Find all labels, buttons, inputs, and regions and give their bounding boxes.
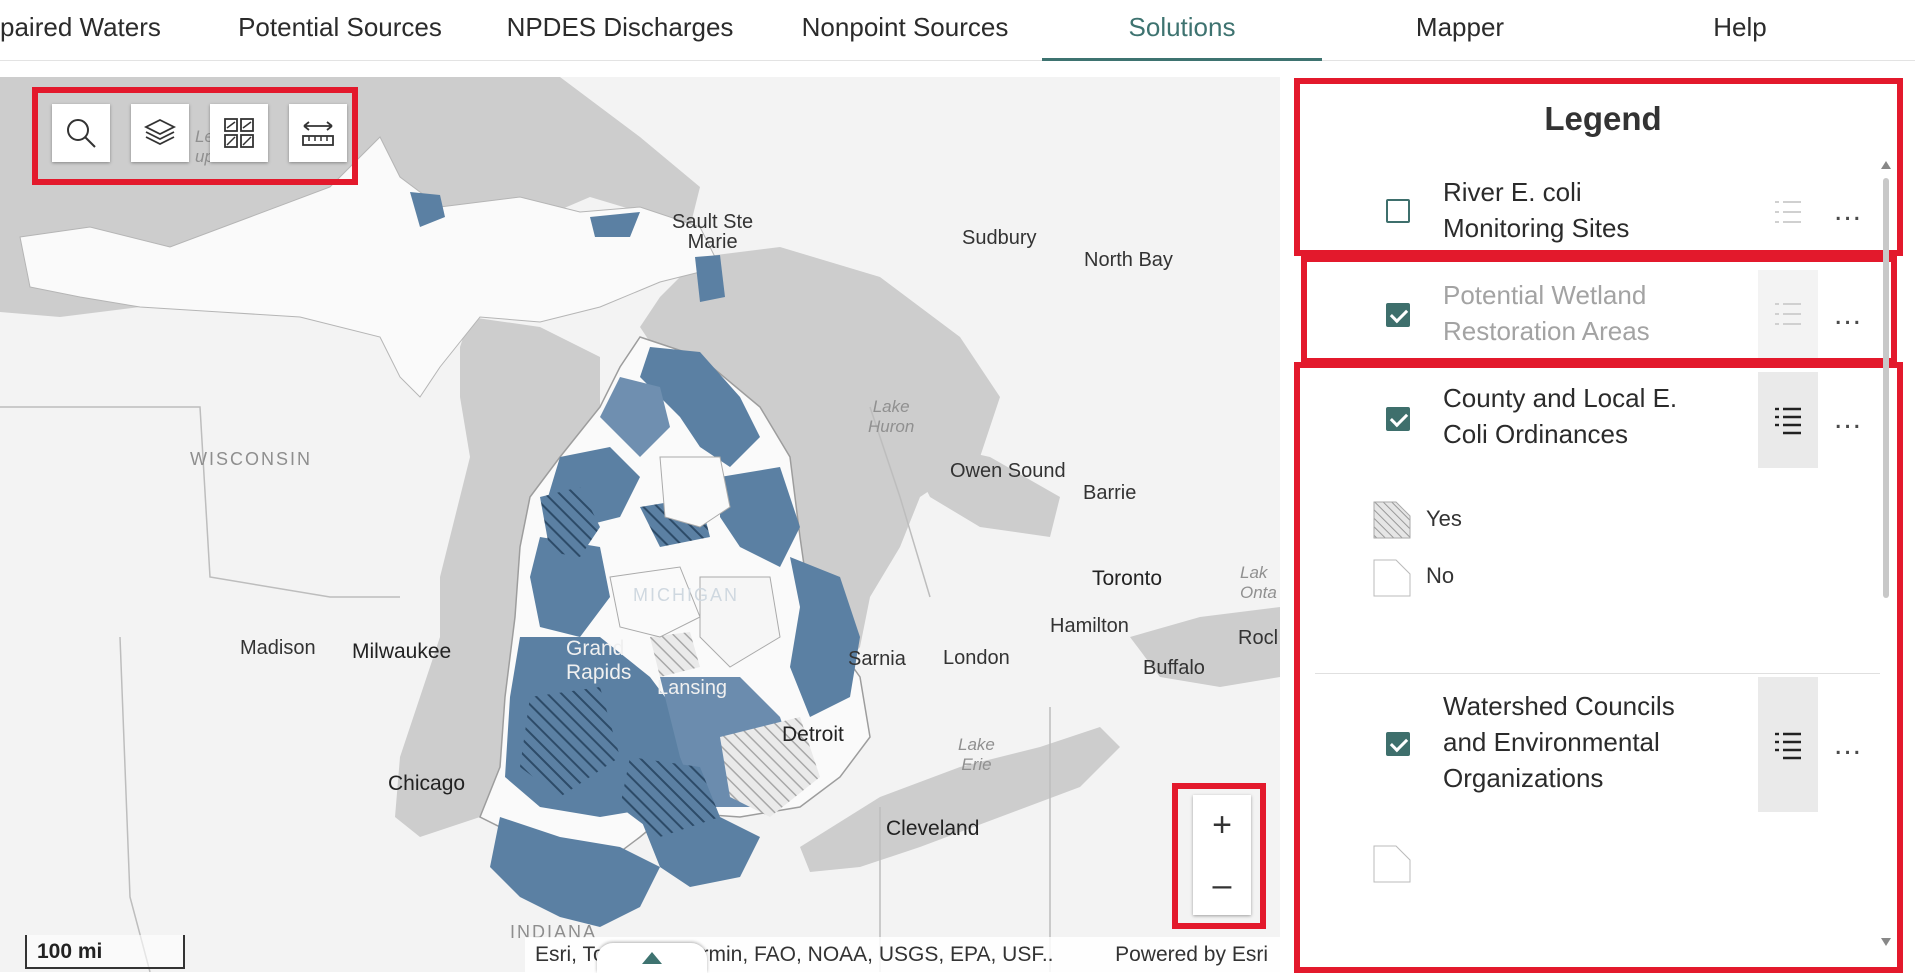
layer-label-wetland: Potential Wetland Restoration Areas [1443,280,1650,346]
map-label-detroit: Detroit [782,723,844,746]
map-label-wisconsin: WISCONSIN [190,449,313,469]
tab-mapper[interactable]: Mapper [1380,0,1540,58]
ellipsis-icon: ... [1833,298,1862,331]
tab-potential-sources[interactable]: Potential Sources [225,0,455,58]
tab-help[interactable]: Help [1680,0,1800,58]
map-label-michigan: MICHIGAN [633,585,739,605]
zoom-control: + – [1193,795,1251,915]
legend-symbol-label-no: No [1426,563,1455,588]
expand-attribution-button[interactable] [597,943,707,973]
legend-list-icon [1775,201,1801,223]
legend-toggle-button[interactable] [1758,372,1818,468]
map-label-sarnia: Sarnia [848,648,906,670]
legend-symbol-empty [1373,559,1411,597]
measure-button[interactable] [289,104,347,162]
legend-symbol-empty [1373,845,1411,883]
scroll-up-icon[interactable] [1880,160,1892,170]
legend-list-icon [1775,732,1801,759]
map-view[interactable]: Sault Ste Marie Sudbury North Bay WISCON… [0,77,1280,972]
legend-symbol-hatched [1373,501,1411,539]
map-label-buffalo: Buffalo [1143,657,1205,679]
map-label-london: London [943,647,1010,669]
map-label-lake-erie: Lake Erie [958,735,995,774]
legend-title: Legend [1544,100,1662,137]
map-label-lake-huron: Lake Huron [868,397,915,436]
map-label-chicago: Chicago [388,772,466,795]
basemap-gallery-button[interactable] [210,104,268,162]
scroll-down-icon[interactable] [1880,937,1892,947]
legend-divider [1315,673,1880,674]
map-label-sault-ste-marie: Sault Ste Marie [672,211,754,253]
layer-visibility-checkbox-watershed-councils[interactable] [1386,732,1410,756]
legend-toggle-button[interactable] [1758,677,1818,812]
top-nav: paired Waters Potential Sources NPDES Di… [0,0,1915,61]
layers-icon [143,118,177,146]
scalebar: 100 mi [25,935,185,969]
search-button[interactable] [52,104,110,162]
basemap-gallery-icon [224,118,254,148]
map-label-rochester: Rocl [1238,627,1279,649]
ellipsis-icon: ... [1833,402,1862,435]
layer-options-button[interactable]: ... [1828,402,1868,435]
tab-impaired-waters[interactable]: paired Waters [0,0,170,58]
map-label-sudbury: Sudbury [962,227,1037,249]
search-icon [67,119,96,148]
map-label-owen-sound: Owen Sound [950,460,1066,482]
tab-nonpoint-sources[interactable]: Nonpoint Sources [785,0,1025,58]
legend-list-icon [1775,407,1801,435]
layer-options-button[interactable]: ... [1828,728,1868,761]
ellipsis-icon: ... [1833,728,1862,761]
chevron-up-icon [642,952,662,964]
map-canvas [0,77,1280,972]
layer-visibility-checkbox-wetland[interactable] [1386,303,1410,327]
map-label-hamilton: Hamilton [1050,615,1129,637]
map-label-toronto: Toronto [1092,567,1163,590]
zoom-out-button[interactable]: – [1193,855,1251,915]
watershed-area [695,255,725,302]
layer-label-watershed-councils: Watershed Councils and Environmental Organ… [1443,691,1675,793]
measure-icon [302,121,334,146]
map-label-barrie: Barrie [1083,482,1137,504]
layer-list-button[interactable] [131,104,189,162]
tab-npdes-discharges[interactable]: NPDES Discharges [500,0,740,58]
layer-options-button[interactable]: ... [1828,298,1868,331]
map-label-lake-ontario: Lak Onta [1240,563,1277,602]
legend-scrollbar-thumb[interactable] [1883,178,1889,598]
legend-toggle-button[interactable] [1758,270,1818,358]
map-label-lansing: Lansing [657,677,728,699]
powered-by-esri[interactable]: Powered by Esri [1115,937,1268,972]
tab-solutions[interactable]: Solutions [1042,0,1322,61]
legend-toggle-button[interactable] [1758,190,1818,234]
layer-label-river-ecoli: River E. coli Monitoring Sites [1443,177,1630,243]
layer-visibility-checkbox-river-ecoli[interactable] [1386,199,1410,223]
map-label-cleveland: Cleveland [886,817,980,840]
layer-label-ordinances: County and Local E. Coli Ordinances [1443,383,1678,449]
legend-list-icon [1775,303,1801,325]
layer-visibility-checkbox-ordinances[interactable] [1386,407,1410,431]
legend-symbol-label-yes: Yes [1426,506,1462,531]
ellipsis-icon: ... [1833,194,1862,227]
map-label-madison: Madison [240,637,316,659]
map-label-grand-rapids: Grand Rapids [566,637,632,684]
zoom-in-button[interactable]: + [1193,795,1251,855]
map-label-milwaukee: Milwaukee [352,640,452,663]
map-label-north-bay: North Bay [1084,249,1173,271]
layer-options-button[interactable]: ... [1828,194,1868,227]
